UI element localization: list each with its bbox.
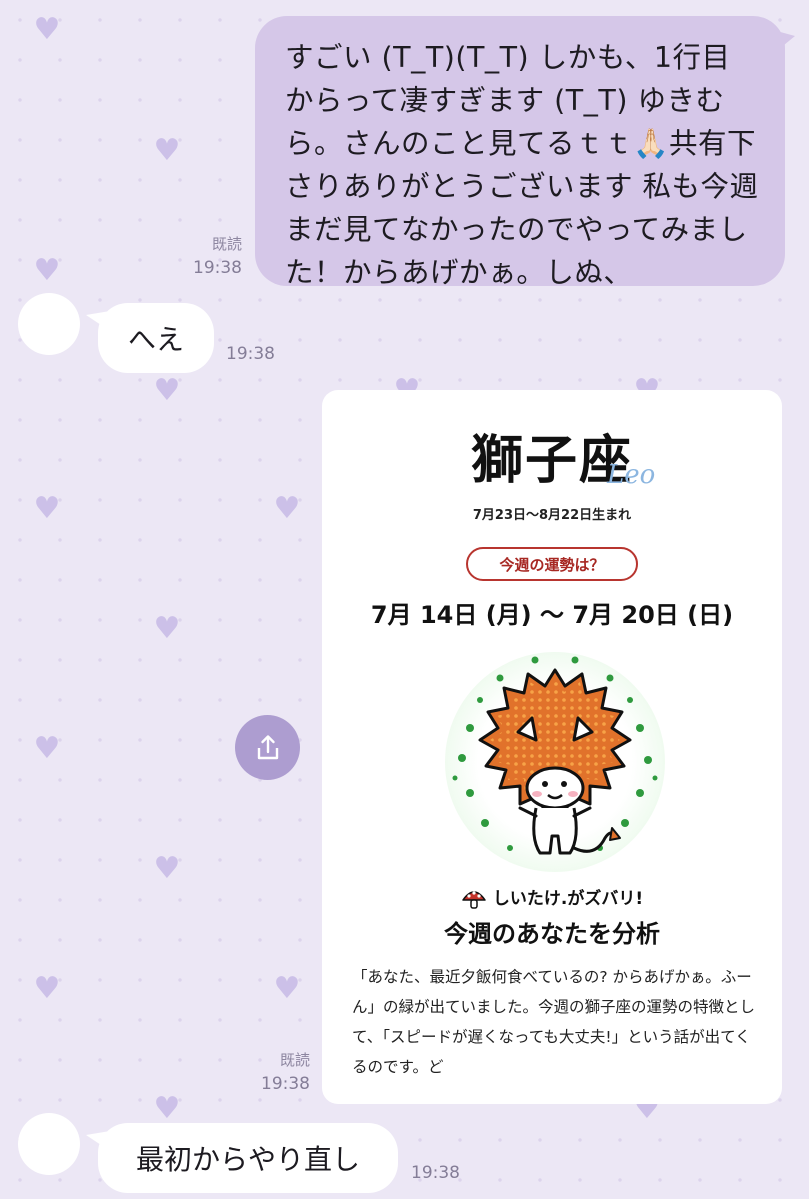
avatar[interactable] [18, 1113, 80, 1175]
outgoing-message-bubble[interactable]: すごい (T_T)(T_T) しかも、1行目からって凄すぎます (T_T) ゆき… [255, 16, 795, 289]
message-time: 19:38 [193, 258, 242, 278]
read-receipt: 既読 [211, 235, 242, 253]
card-tagline-text: しいたけ.がズバリ! [492, 889, 644, 909]
lion-illustration [445, 652, 665, 872]
card-tagline: しいたけ.がズバリ! [322, 884, 782, 910]
heart-icon: ♥ [153, 373, 181, 408]
card-body-text: 「あなた、最近夕飯何食べているの? からあげかぁ。ふーん」の緑が出ていました。今… [352, 968, 756, 1076]
card-birth-range: 7月23日〜8月22日生まれ [472, 508, 632, 523]
share-icon [257, 734, 278, 759]
heart-icon: ♥ [33, 253, 61, 288]
heart-icon: ♥ [153, 133, 181, 168]
incoming-message-text: 最初からやり直し [135, 1143, 360, 1176]
card-heading: 今週のあなたを分析 [444, 920, 660, 948]
heart-icon: ♥ [273, 971, 301, 1006]
shared-horoscope-card[interactable]: 獅子座 Leo 7月23日〜8月22日生まれ 今週の運勢は？ 7月 14日 (月… [322, 390, 782, 1104]
heart-icon: ♥ [33, 971, 61, 1006]
heart-icon: ♥ [153, 611, 181, 646]
card-message-meta: 既読 19:38 [248, 1048, 310, 1096]
mushroom-icon [462, 891, 486, 909]
heart-icon: ♥ [33, 491, 61, 526]
read-receipt: 既読 [279, 1051, 310, 1069]
message-time: 19:38 [411, 1163, 460, 1183]
message-time: 19:38 [261, 1074, 310, 1094]
heart-icon: ♥ [33, 731, 61, 766]
incoming-message-bubble[interactable]: へえ [86, 303, 214, 373]
incoming-message-text: へえ [127, 323, 184, 356]
card-week-range: 7月 14日 (月) 〜 7月 20日 (日) [370, 601, 734, 629]
heart-icon: ♥ [153, 851, 181, 886]
outgoing-message-text: すごい (T_T)(T_T) しかも、1行目からって凄すぎます (T_T) ゆき… [285, 41, 759, 289]
heart-icon: ♥ [33, 12, 61, 47]
incoming-message-bubble[interactable]: 最初からやり直し [86, 1123, 398, 1193]
share-button[interactable] [235, 715, 300, 780]
avatar[interactable] [18, 293, 80, 355]
heart-icon: ♥ [153, 1091, 181, 1126]
card-title-latin: Leo [607, 460, 656, 490]
heart-icon: ♥ [273, 491, 301, 526]
message-time: 19:38 [226, 344, 275, 364]
outgoing-message-meta: 既読 19:38 [180, 232, 242, 280]
card-title: 獅子座 [470, 431, 633, 491]
card-week-pill: 今週の運勢は？ [466, 547, 638, 581]
